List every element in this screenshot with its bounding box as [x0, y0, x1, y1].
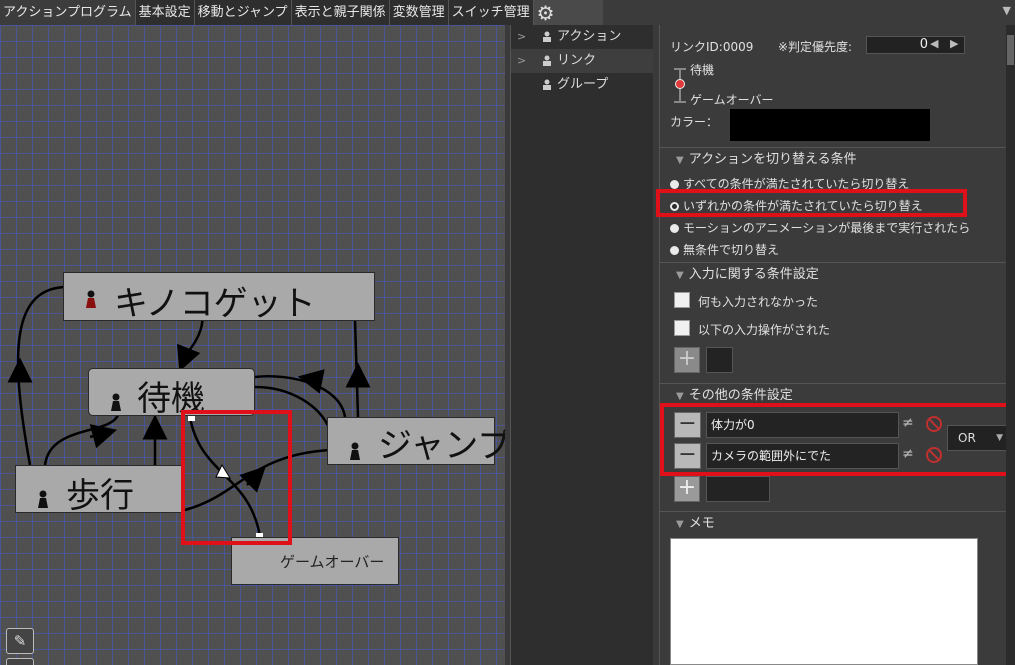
no-input-label: 何も入力されなかった [698, 295, 819, 309]
priority-decrease-icon[interactable]: ◀ [930, 37, 938, 50]
link-wait-to-walk [43, 414, 120, 466]
tree-item-link[interactable]: > リンク [511, 49, 653, 73]
checkbox-input-performed[interactable] [674, 320, 690, 336]
tab-basic-settings[interactable]: 基本設定 [135, 0, 195, 25]
tab-variables[interactable]: 変数管理 [389, 0, 449, 25]
node-walk[interactable]: 歩行 [15, 465, 185, 516]
node-label: キノコゲット [114, 284, 316, 324]
checkbox-no-input[interactable] [674, 292, 690, 308]
node-icon [543, 31, 551, 42]
collapse-triangle-icon: ▼ [676, 519, 684, 530]
character-icon [38, 490, 48, 508]
character-icon [111, 393, 121, 411]
collapse-triangle-icon: ▼ [676, 270, 684, 281]
node-wait[interactable]: 待機 [88, 368, 255, 419]
highlight-any-condition [656, 189, 967, 217]
node-label: ジャンプ [378, 426, 505, 466]
canvas-tool-button[interactable] [6, 658, 34, 665]
new-condition-slot[interactable] [706, 476, 770, 502]
section-memo[interactable]: ▼ メモ [660, 511, 1007, 535]
highlight-other-conditions [660, 403, 1010, 476]
add-input-button[interactable]: + [674, 347, 700, 373]
highlight-selected-link [181, 410, 292, 545]
link-from-action: 待機 [690, 63, 715, 77]
input-slot[interactable] [706, 347, 733, 373]
priority-label: ※判定優先度: [778, 40, 853, 54]
radio-unconditional[interactable]: 無条件で切り替え [670, 241, 779, 258]
tree-item-group[interactable]: グループ [511, 73, 653, 97]
link-direction-cap-top [674, 68, 686, 70]
chevron-right-icon[interactable]: > [517, 25, 526, 49]
tab-switches[interactable]: スイッチ管理 [448, 0, 534, 25]
character-icon [86, 290, 96, 308]
input-performed-label: 以下の入力操作がされた [698, 323, 831, 337]
top-bar-filler: ▼ [603, 0, 1015, 25]
tab-move-jump[interactable]: 移動とジャンプ [194, 0, 292, 25]
character-icon [350, 442, 360, 460]
action-graph-canvas[interactable]: キノコゲット 待機 ジャンプ 歩行 ゲームオーバー ✎ [0, 25, 505, 665]
node-icon [543, 79, 551, 90]
link-jump-to-kinoko [353, 319, 360, 418]
link-id: リンクID:0009 [670, 40, 754, 54]
priority-increase-icon[interactable]: ▶ [950, 37, 958, 50]
node-label: ゲームオーバー [280, 553, 385, 571]
link-to-action: ゲームオーバー [690, 93, 774, 107]
tree-item-action[interactable]: > アクション [511, 25, 653, 49]
collapse-triangle-icon: ▼ [676, 391, 684, 402]
chevron-down-icon[interactable]: ▼ [1003, 4, 1011, 17]
chevron-right-icon[interactable]: > [517, 49, 526, 73]
link-direction-dot [675, 79, 685, 89]
memo-textarea[interactable] [670, 538, 978, 665]
radio-animation-end[interactable]: モーションのアニメーションが最後まで実行されたら [670, 219, 970, 236]
color-label: カラー： [670, 115, 719, 129]
tab-display-parent[interactable]: 表示と親子関係 [291, 0, 390, 25]
section-switch-conditions[interactable]: ▼ アクションを切り替える条件 [660, 147, 1007, 171]
collapse-triangle-icon: ▼ [676, 155, 684, 166]
properties-scrollbar[interactable] [1006, 25, 1015, 665]
node-label: 歩行 [66, 476, 134, 516]
color-swatch[interactable] [730, 109, 930, 141]
pen-tool-button[interactable]: ✎ [6, 628, 34, 654]
scrollbar-thumb[interactable] [1007, 35, 1014, 65]
link-properties-panel: リンクID:0009 ※判定優先度: 0 ◀ ▶ 待機 ゲームオーバー カラー：… [656, 25, 1010, 665]
add-condition-button[interactable]: + [674, 476, 700, 502]
object-tree: > アクション > リンク グループ [510, 25, 653, 665]
node-kinoko-get[interactable]: キノコゲット [63, 272, 375, 324]
gear-icon[interactable]: ⚙ [534, 0, 558, 25]
section-input-conditions[interactable]: ▼ 入力に関する条件設定 [660, 262, 1007, 286]
tab-action-program[interactable]: アクションプログラム [0, 0, 136, 25]
node-icon [543, 55, 551, 66]
node-jump[interactable]: ジャンプ [327, 417, 505, 466]
link-direction-cap-bottom [674, 101, 686, 103]
tab-bar: アクションプログラム 基本設定 移動とジャンプ 表示と親子関係 変数管理 スイッ… [0, 0, 603, 25]
